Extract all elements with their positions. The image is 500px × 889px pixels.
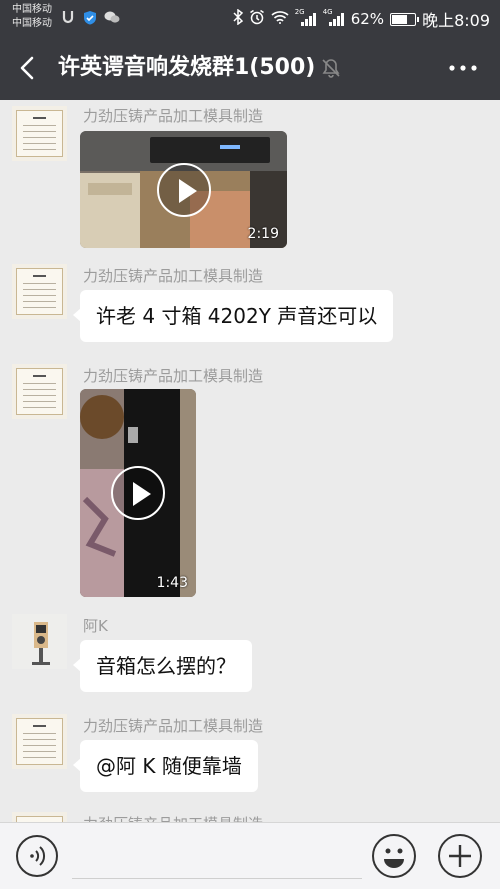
signal-1-icon: 2G (294, 8, 317, 27)
message-bubble[interactable]: @阿 K 随便靠墙 (73, 740, 258, 792)
video-duration: 2:19 (247, 226, 279, 242)
plus-icon (449, 845, 471, 867)
chat-header: 许英谔音响发烧群1(500) (0, 36, 500, 100)
battery-icon (390, 12, 420, 26)
alarm-icon (249, 9, 265, 29)
signal-2-icon: 4G (322, 8, 345, 27)
message-bubble[interactable]: 音箱怎么摆的？ (73, 640, 252, 692)
more-button[interactable] (448, 58, 478, 78)
sender-name: 力劲压铸产品加工模具制造 (83, 107, 264, 125)
notification-icons (60, 9, 120, 25)
avatar[interactable] (12, 714, 67, 769)
plus-button[interactable] (438, 834, 482, 878)
status-bar: 中国移动 中国移动 2G 4G 62% 晚上8:09 (0, 0, 500, 36)
play-icon[interactable] (156, 162, 211, 217)
message-bubble[interactable]: 许老 4 寸箱 4202Y 声音还可以 (72, 290, 394, 342)
avatar[interactable] (12, 614, 67, 669)
play-icon[interactable] (111, 466, 165, 520)
avatar[interactable] (12, 812, 67, 822)
wifi-icon (271, 10, 289, 28)
network-type-2: 4G (322, 8, 333, 16)
back-button[interactable] (14, 52, 44, 84)
battery-percent: 62% (350, 10, 385, 28)
video-duration: 1:43 (156, 575, 188, 591)
message-list[interactable]: 力劲压铸产品加工模具制造 2:19 力劲压铸产品加工模具制造 许老 4 寸箱 4… (0, 100, 500, 822)
avatar[interactable] (12, 364, 67, 419)
carrier-2: 中国移动 (12, 18, 52, 29)
avatar[interactable] (12, 106, 67, 161)
carrier-1: 中国移动 (12, 4, 52, 15)
message-input[interactable] (72, 839, 362, 879)
shield-app-icon (82, 9, 98, 25)
sender-name: 力劲压铸产品加工模具制造 (83, 367, 264, 385)
video-message[interactable]: 1:43 (80, 389, 196, 597)
video-message[interactable]: 2:19 (80, 131, 287, 248)
wechat-icon (104, 9, 120, 25)
emoji-icon (384, 848, 404, 868)
sender-name: 阿K (83, 617, 108, 635)
u-app-icon (60, 9, 76, 25)
voice-button[interactable] (16, 835, 58, 877)
battery-fill (392, 14, 407, 24)
sender-name: 力劲压铸产品加工模具制造 (83, 814, 263, 822)
network-type-1: 2G (294, 8, 305, 16)
clock: 晚上8:09 (422, 11, 490, 30)
voice-icon (30, 846, 46, 866)
avatar[interactable] (12, 264, 67, 319)
input-bar (0, 822, 500, 889)
bluetooth-icon (233, 8, 243, 29)
system-status: 2G 4G 62% 晚上8:09 (233, 7, 490, 31)
chat-title: 许英谔音响发烧群1(500) (58, 55, 316, 80)
sender-name: 力劲压铸产品加工模具制造 (83, 717, 264, 735)
more-dots-icon (449, 65, 477, 71)
back-chevron-icon (20, 56, 34, 80)
emoji-button[interactable] (372, 834, 416, 878)
carrier-info: 中国移动 中国移动 (12, 3, 52, 31)
sender-name: 力劲压铸产品加工模具制造 (83, 267, 264, 285)
mute-bell-icon (320, 57, 342, 79)
